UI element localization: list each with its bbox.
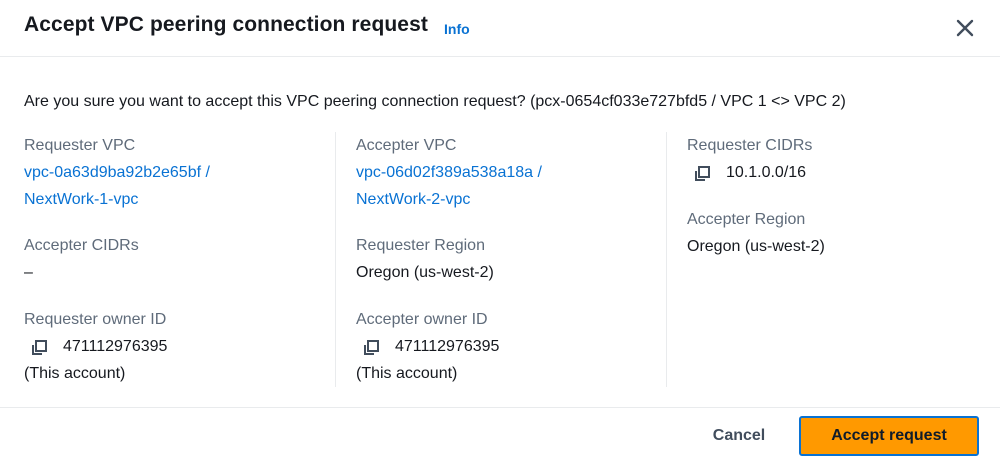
accepter-owner-note: (This account) [356,365,458,382]
requester-owner-id: 471112976395 [63,338,168,355]
accepter-owner-id: 471112976395 [395,338,500,355]
copy-requester-cidrs-button[interactable] [693,165,711,183]
modal-header: Accept VPC peering connection request In… [0,0,1000,57]
accepter-owner-label: Accepter owner ID [356,311,488,328]
requester-vpc-name-link[interactable]: NextWork-1-vpc [24,191,138,209]
accept-request-button[interactable]: Accept request [799,416,979,456]
accepter-cidrs-label: Accepter CIDRs [24,237,139,254]
copy-icon [32,340,47,355]
requester-cidrs-value: 10.1.0.0/16 [726,164,807,181]
accepter-vpc-label: Accepter VPC [356,137,457,154]
modal-title: Accept VPC peering connection request [24,13,428,36]
close-icon [956,19,974,37]
accepter-vpc-name-link[interactable]: NextWork-2-vpc [356,191,470,209]
modal-footer: Cancel Accept request [0,407,1000,460]
accepter-cidrs-value: – [24,264,33,281]
copy-accepter-owner-button[interactable] [362,339,380,357]
requester-owner-label: Requester owner ID [24,311,167,328]
column-divider-2 [666,132,667,387]
copy-requester-owner-button[interactable] [30,339,48,357]
accepter-region-label: Accepter Region [687,211,806,228]
accepter-region-value: Oregon (us-west-2) [687,238,825,255]
requester-vpc-link[interactable]: vpc-0a63d9ba92b2e65bf / [24,164,210,182]
cancel-button[interactable]: Cancel [697,418,781,454]
requester-region-label: Requester Region [356,237,485,254]
accepter-vpc-link[interactable]: vpc-06d02f389a538a18a / [356,164,542,182]
copy-icon [695,166,710,181]
accept-peering-modal: Accept VPC peering connection request In… [0,0,1000,460]
requester-cidrs-label: Requester CIDRs [687,137,813,154]
requester-owner-note: (This account) [24,365,126,382]
confirmation-question: Are you sure you want to accept this VPC… [24,93,846,110]
column-divider-1 [335,132,336,387]
close-button[interactable] [952,15,978,41]
info-link[interactable]: Info [444,21,470,37]
copy-icon [364,340,379,355]
requester-region-value: Oregon (us-west-2) [356,264,494,281]
requester-vpc-label: Requester VPC [24,137,136,154]
